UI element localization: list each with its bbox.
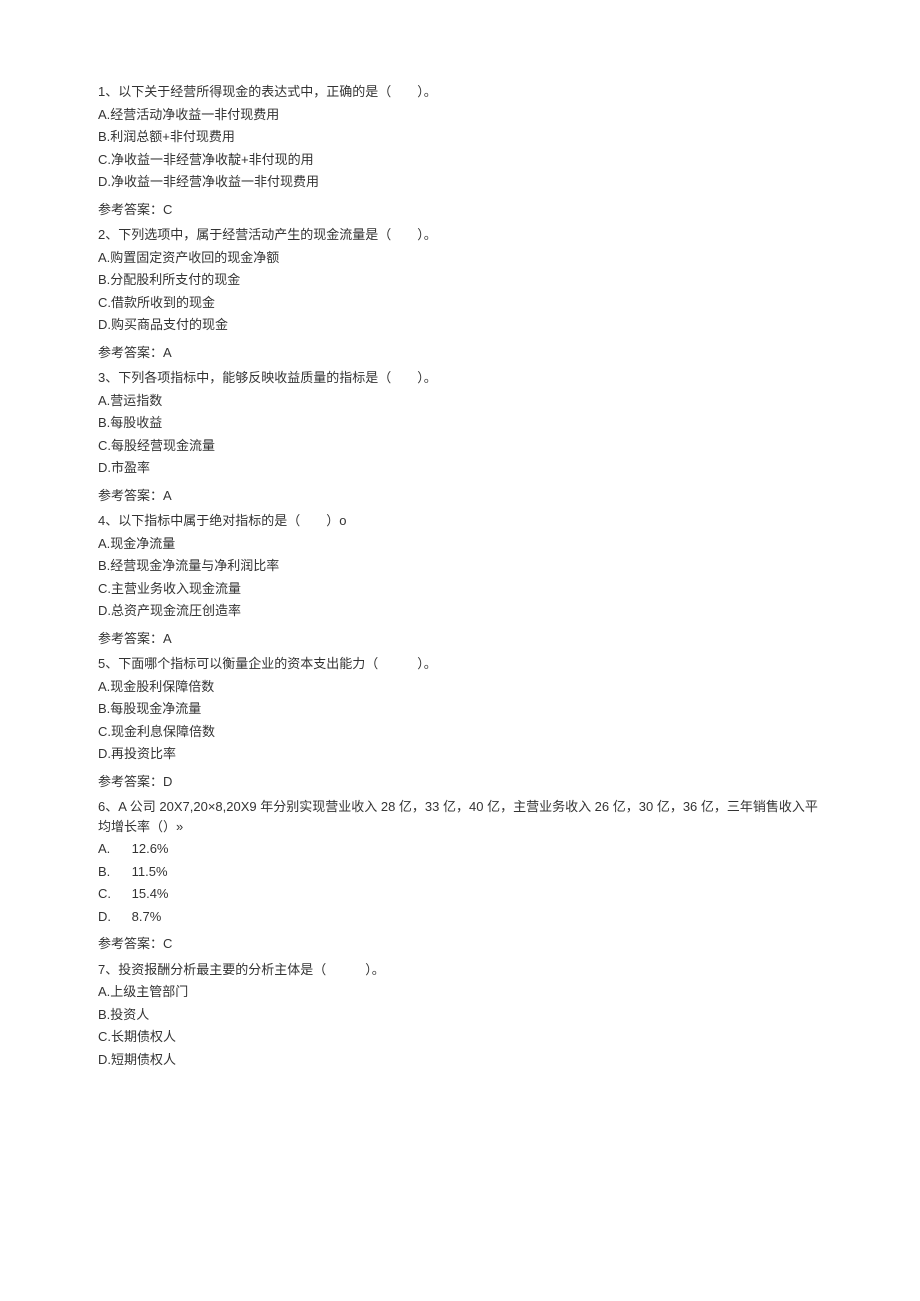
exam-page: 1、以下关于经营所得现金的表达式中，正确的是（ ）。 A.经营活动净收益一非付现… — [0, 0, 920, 1115]
option-d: D.市盈率 — [98, 458, 822, 478]
question-5: 5、下面哪个指标可以衡量企业的资本支出能力（ ）。 A.现金股利保障倍数 B.每… — [98, 654, 822, 791]
option-a: A.购置固定资产收回的现金净额 — [98, 248, 822, 268]
option-value: 12.6% — [132, 841, 169, 856]
options-list: A.现金净流量 B.经营现金净流量与净利润比率 C.主营业务收入现金流量 D.总… — [98, 534, 822, 621]
question-4: 4、以下指标中属于绝对指标的是（ ）o A.现金净流量 B.经营现金净流量与净利… — [98, 511, 822, 648]
option-b: B.每股现金净流量 — [98, 699, 822, 719]
answer-text: 参考答案：A — [98, 343, 822, 363]
question-stem: 6、A 公司 20X7,20×8,20X9 年分别实现营业收入 28 亿，33 … — [98, 797, 822, 836]
option-a: A.现金净流量 — [98, 534, 822, 554]
option-b: B.经营现金净流量与净利润比率 — [98, 556, 822, 576]
answer-text: 参考答案：C — [98, 934, 822, 954]
options-list: A. 12.6% B. 11.5% C. 15.4% D. 8.7% — [98, 839, 822, 926]
option-b: B.每股收益 — [98, 413, 822, 433]
option-c: C.净收益一非经营净收靛+非付现的用 — [98, 150, 822, 170]
question-stem: 7、投资报酬分析最主要的分析主体是（ ）。 — [98, 960, 822, 980]
option-a: A. 12.6% — [98, 839, 822, 859]
question-7: 7、投资报酬分析最主要的分析主体是（ ）。 A.上级主管部门 B.投资人 C.长… — [98, 960, 822, 1070]
option-c: C.现金利息保障倍数 — [98, 722, 822, 742]
options-list: A.营运指数 B.每股收益 C.每股经营现金流量 D.市盈率 — [98, 391, 822, 478]
question-stem: 1、以下关于经营所得现金的表达式中，正确的是（ ）。 — [98, 82, 822, 102]
option-value: 15.4% — [132, 886, 169, 901]
question-stem: 3、下列各项指标中，能够反映收益质量的指标是（ ）。 — [98, 368, 822, 388]
option-b: B.分配股利所支付的现金 — [98, 270, 822, 290]
answer-text: 参考答案：A — [98, 629, 822, 649]
option-c: C.长期债权人 — [98, 1027, 822, 1047]
option-a: A.现金股利保障倍数 — [98, 677, 822, 697]
option-d: D.短期债权人 — [98, 1050, 822, 1070]
option-a: A.经营活动净收益一非付现费用 — [98, 105, 822, 125]
answer-text: 参考答案：C — [98, 200, 822, 220]
option-b: B. 11.5% — [98, 862, 822, 882]
option-letter: D. — [98, 907, 128, 927]
option-b: B.投资人 — [98, 1005, 822, 1025]
option-c: C.每股经营现金流量 — [98, 436, 822, 456]
option-d: D.总资产现金流圧创造率 — [98, 601, 822, 621]
answer-text: 参考答案：D — [98, 772, 822, 792]
answer-text: 参考答案：A — [98, 486, 822, 506]
options-list: A.上级主管部门 B.投资人 C.长期债权人 D.短期债权人 — [98, 982, 822, 1069]
option-value: 8.7% — [132, 909, 162, 924]
question-3: 3、下列各项指标中，能够反映收益质量的指标是（ ）。 A.营运指数 B.每股收益… — [98, 368, 822, 505]
question-6: 6、A 公司 20X7,20×8,20X9 年分别实现营业收入 28 亿，33 … — [98, 797, 822, 954]
option-a: A.上级主管部门 — [98, 982, 822, 1002]
option-c: C. 15.4% — [98, 884, 822, 904]
question-1: 1、以下关于经营所得现金的表达式中，正确的是（ ）。 A.经营活动净收益一非付现… — [98, 82, 822, 219]
option-c: C.借款所收到的现金 — [98, 293, 822, 313]
option-a: A.营运指数 — [98, 391, 822, 411]
options-list: A.经营活动净收益一非付现费用 B.利润总额+非付现费用 C.净收益一非经营净收… — [98, 105, 822, 192]
option-b: B.利润总额+非付现费用 — [98, 127, 822, 147]
option-letter: A. — [98, 839, 128, 859]
question-stem: 2、下列选项中，属于经营活动产生的现金流量是（ ）。 — [98, 225, 822, 245]
option-d: D.购买商品支付的现金 — [98, 315, 822, 335]
option-value: 11.5% — [132, 864, 168, 879]
question-stem: 4、以下指标中属于绝对指标的是（ ）o — [98, 511, 822, 531]
option-letter: C. — [98, 884, 128, 904]
option-d: D.净收益一非经营净收益一非付现费用 — [98, 172, 822, 192]
option-letter: B. — [98, 862, 128, 882]
option-d: D. 8.7% — [98, 907, 822, 927]
question-2: 2、下列选项中，属于经营活动产生的现金流量是（ ）。 A.购置固定资产收回的现金… — [98, 225, 822, 362]
option-c: C.主营业务收入现金流量 — [98, 579, 822, 599]
option-d: D.再投资比率 — [98, 744, 822, 764]
question-stem: 5、下面哪个指标可以衡量企业的资本支出能力（ ）。 — [98, 654, 822, 674]
options-list: A.购置固定资产收回的现金净额 B.分配股利所支付的现金 C.借款所收到的现金 … — [98, 248, 822, 335]
options-list: A.现金股利保障倍数 B.每股现金净流量 C.现金利息保障倍数 D.再投资比率 — [98, 677, 822, 764]
